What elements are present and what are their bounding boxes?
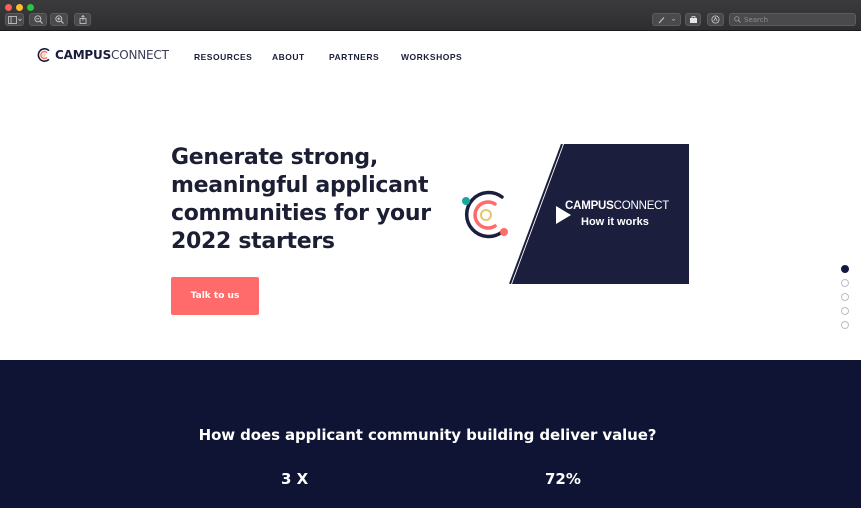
close-window-button[interactable] (5, 4, 12, 11)
value-section-title: How does applicant community building de… (198, 426, 657, 444)
pagination-dot[interactable] (841, 307, 849, 315)
nav-resources[interactable]: RESOURCES (194, 52, 252, 62)
pagination-dot[interactable] (841, 279, 849, 287)
hero-title: Generate strong, meaningful applicant co… (171, 144, 431, 256)
hero-title-line: Generate strong, (171, 145, 378, 170)
video-brand-title: CAMPUSCONNECT (565, 200, 670, 212)
how-it-works-video[interactable]: CAMPUSCONNECT How it works (440, 144, 689, 284)
stat-value: 72% (545, 470, 581, 488)
zoom-in-icon (54, 15, 64, 24)
hero-title-line: 2022 starters (171, 229, 335, 254)
zoom-window-button[interactable] (27, 4, 34, 11)
talk-to-us-button[interactable]: Talk to us (171, 277, 259, 315)
sidebar-toggle-button[interactable] (5, 13, 24, 26)
window-toolbar (0, 0, 861, 31)
campusconnect-logo-icon (37, 48, 50, 62)
value-section: How does applicant community building de… (0, 360, 861, 508)
markup-button[interactable] (685, 13, 701, 26)
web-page: CAMPUSCONNECT RESOURCES ABOUT PARTNERS W… (0, 31, 861, 508)
pagination-dot[interactable] (841, 293, 849, 301)
video-subtitle: How it works (581, 216, 649, 228)
share-button[interactable] (74, 13, 91, 26)
zoom-out-icon (33, 15, 43, 24)
zoom-out-button[interactable] (29, 13, 47, 26)
video-thumbnail-art (462, 144, 689, 284)
markup-icon (689, 16, 697, 23)
logo-wordmark: CAMPUSCONNECT (55, 48, 169, 62)
search-input[interactable] (744, 15, 854, 24)
annotate-icon (711, 15, 720, 24)
sidebar-icon (7, 15, 22, 24)
pen-tool-button[interactable] (652, 13, 681, 26)
pagination-dot[interactable] (841, 265, 849, 273)
annotate-button[interactable] (707, 13, 724, 26)
nav-about[interactable]: ABOUT (272, 52, 305, 62)
search-icon (734, 16, 741, 23)
nav-workshops[interactable]: WORKSHOPS (401, 52, 462, 62)
pen-icon (658, 16, 675, 23)
stat-value: 3 X (281, 470, 309, 488)
nav-partners[interactable]: PARTNERS (329, 52, 379, 62)
hero-title-line: meaningful applicant (171, 173, 429, 198)
share-icon (79, 15, 86, 24)
pagination-dot[interactable] (841, 321, 849, 329)
hero-title-line: communities for your (171, 201, 431, 226)
campusconnect-logo-link[interactable]: CAMPUSCONNECT (36, 47, 169, 63)
minimize-window-button[interactable] (16, 4, 23, 11)
search-field[interactable] (729, 13, 856, 26)
zoom-in-button[interactable] (50, 13, 68, 26)
